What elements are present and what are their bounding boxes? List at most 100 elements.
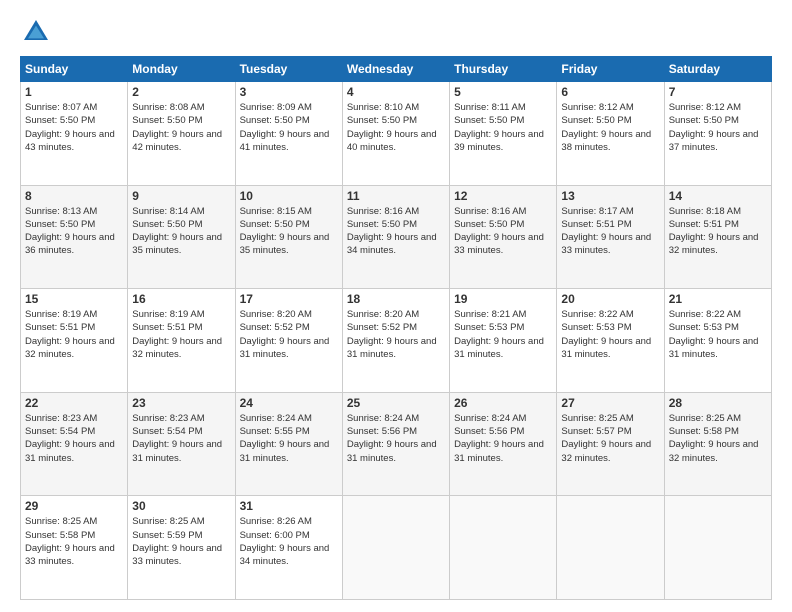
day-cell: 14 Sunrise: 8:18 AM Sunset: 5:51 PM Dayl… xyxy=(664,185,771,289)
day-info: Sunrise: 8:23 AM Sunset: 5:54 PM Dayligh… xyxy=(132,412,230,465)
day-info: Sunrise: 8:25 AM Sunset: 5:57 PM Dayligh… xyxy=(561,412,659,465)
day-number: 9 xyxy=(132,189,230,203)
sunset-label: Sunset: 5:50 PM xyxy=(240,115,310,126)
week-row-1: 1 Sunrise: 8:07 AM Sunset: 5:50 PM Dayli… xyxy=(21,82,772,186)
day-info: Sunrise: 8:15 AM Sunset: 5:50 PM Dayligh… xyxy=(240,205,338,258)
sunrise-label: Sunrise: 8:09 AM xyxy=(240,102,312,113)
daylight-label: Daylight: 9 hours and 31 minutes. xyxy=(240,336,330,360)
day-number: 31 xyxy=(240,499,338,513)
daylight-label: Daylight: 9 hours and 35 minutes. xyxy=(240,232,330,256)
daylight-label: Daylight: 9 hours and 31 minutes. xyxy=(561,336,651,360)
sunrise-label: Sunrise: 8:20 AM xyxy=(240,309,312,320)
day-info: Sunrise: 8:23 AM Sunset: 5:54 PM Dayligh… xyxy=(25,412,123,465)
sunset-label: Sunset: 5:59 PM xyxy=(132,530,202,541)
day-number: 6 xyxy=(561,85,659,99)
day-cell: 27 Sunrise: 8:25 AM Sunset: 5:57 PM Dayl… xyxy=(557,392,664,496)
daylight-label: Daylight: 9 hours and 36 minutes. xyxy=(25,232,115,256)
day-info: Sunrise: 8:17 AM Sunset: 5:51 PM Dayligh… xyxy=(561,205,659,258)
day-cell xyxy=(664,496,771,600)
day-cell: 4 Sunrise: 8:10 AM Sunset: 5:50 PM Dayli… xyxy=(342,82,449,186)
day-cell: 21 Sunrise: 8:22 AM Sunset: 5:53 PM Dayl… xyxy=(664,289,771,393)
day-cell: 29 Sunrise: 8:25 AM Sunset: 5:58 PM Dayl… xyxy=(21,496,128,600)
day-info: Sunrise: 8:07 AM Sunset: 5:50 PM Dayligh… xyxy=(25,101,123,154)
day-cell: 11 Sunrise: 8:16 AM Sunset: 5:50 PM Dayl… xyxy=(342,185,449,289)
sunrise-label: Sunrise: 8:13 AM xyxy=(25,206,97,217)
week-row-5: 29 Sunrise: 8:25 AM Sunset: 5:58 PM Dayl… xyxy=(21,496,772,600)
sunset-label: Sunset: 5:51 PM xyxy=(132,322,202,333)
day-info: Sunrise: 8:21 AM Sunset: 5:53 PM Dayligh… xyxy=(454,308,552,361)
daylight-label: Daylight: 9 hours and 32 minutes. xyxy=(561,439,651,463)
day-info: Sunrise: 8:19 AM Sunset: 5:51 PM Dayligh… xyxy=(132,308,230,361)
day-info: Sunrise: 8:16 AM Sunset: 5:50 PM Dayligh… xyxy=(454,205,552,258)
sunset-label: Sunset: 5:50 PM xyxy=(454,115,524,126)
day-cell: 10 Sunrise: 8:15 AM Sunset: 5:50 PM Dayl… xyxy=(235,185,342,289)
day-info: Sunrise: 8:20 AM Sunset: 5:52 PM Dayligh… xyxy=(347,308,445,361)
day-cell: 19 Sunrise: 8:21 AM Sunset: 5:53 PM Dayl… xyxy=(450,289,557,393)
calendar-body: 1 Sunrise: 8:07 AM Sunset: 5:50 PM Dayli… xyxy=(21,82,772,600)
day-number: 10 xyxy=(240,189,338,203)
day-cell: 25 Sunrise: 8:24 AM Sunset: 5:56 PM Dayl… xyxy=(342,392,449,496)
sunset-label: Sunset: 5:51 PM xyxy=(561,219,631,230)
day-cell: 5 Sunrise: 8:11 AM Sunset: 5:50 PM Dayli… xyxy=(450,82,557,186)
day-number: 16 xyxy=(132,292,230,306)
daylight-label: Daylight: 9 hours and 37 minutes. xyxy=(669,129,759,153)
day-info: Sunrise: 8:12 AM Sunset: 5:50 PM Dayligh… xyxy=(669,101,767,154)
daylight-label: Daylight: 9 hours and 31 minutes. xyxy=(454,439,544,463)
day-cell: 8 Sunrise: 8:13 AM Sunset: 5:50 PM Dayli… xyxy=(21,185,128,289)
daylight-label: Daylight: 9 hours and 43 minutes. xyxy=(25,129,115,153)
day-number: 3 xyxy=(240,85,338,99)
day-info: Sunrise: 8:09 AM Sunset: 5:50 PM Dayligh… xyxy=(240,101,338,154)
sunrise-label: Sunrise: 8:25 AM xyxy=(25,516,97,527)
logo-icon xyxy=(20,16,52,48)
day-info: Sunrise: 8:18 AM Sunset: 5:51 PM Dayligh… xyxy=(669,205,767,258)
day-cell: 2 Sunrise: 8:08 AM Sunset: 5:50 PM Dayli… xyxy=(128,82,235,186)
sunset-label: Sunset: 5:53 PM xyxy=(561,322,631,333)
sunrise-label: Sunrise: 8:17 AM xyxy=(561,206,633,217)
sunrise-label: Sunrise: 8:20 AM xyxy=(347,309,419,320)
sunrise-label: Sunrise: 8:23 AM xyxy=(132,413,204,424)
sunset-label: Sunset: 5:54 PM xyxy=(132,426,202,437)
sunrise-label: Sunrise: 8:23 AM xyxy=(25,413,97,424)
sunrise-label: Sunrise: 8:11 AM xyxy=(454,102,526,113)
day-info: Sunrise: 8:12 AM Sunset: 5:50 PM Dayligh… xyxy=(561,101,659,154)
daylight-label: Daylight: 9 hours and 38 minutes. xyxy=(561,129,651,153)
sunrise-label: Sunrise: 8:15 AM xyxy=(240,206,312,217)
sunset-label: Sunset: 5:50 PM xyxy=(132,115,202,126)
day-number: 22 xyxy=(25,396,123,410)
day-cell xyxy=(557,496,664,600)
day-info: Sunrise: 8:22 AM Sunset: 5:53 PM Dayligh… xyxy=(669,308,767,361)
daylight-label: Daylight: 9 hours and 34 minutes. xyxy=(240,543,330,567)
day-info: Sunrise: 8:13 AM Sunset: 5:50 PM Dayligh… xyxy=(25,205,123,258)
day-number: 28 xyxy=(669,396,767,410)
sunset-label: Sunset: 5:50 PM xyxy=(347,219,417,230)
day-cell: 31 Sunrise: 8:26 AM Sunset: 6:00 PM Dayl… xyxy=(235,496,342,600)
page: SundayMondayTuesdayWednesdayThursdayFrid… xyxy=(0,0,792,612)
sunset-label: Sunset: 5:58 PM xyxy=(669,426,739,437)
sunset-label: Sunset: 5:58 PM xyxy=(25,530,95,541)
day-cell: 16 Sunrise: 8:19 AM Sunset: 5:51 PM Dayl… xyxy=(128,289,235,393)
day-info: Sunrise: 8:20 AM Sunset: 5:52 PM Dayligh… xyxy=(240,308,338,361)
day-number: 24 xyxy=(240,396,338,410)
sunrise-label: Sunrise: 8:22 AM xyxy=(561,309,633,320)
weekday-header-tuesday: Tuesday xyxy=(235,57,342,82)
sunrise-label: Sunrise: 8:19 AM xyxy=(25,309,97,320)
daylight-label: Daylight: 9 hours and 32 minutes. xyxy=(25,336,115,360)
sunset-label: Sunset: 5:52 PM xyxy=(347,322,417,333)
daylight-label: Daylight: 9 hours and 39 minutes. xyxy=(454,129,544,153)
day-info: Sunrise: 8:08 AM Sunset: 5:50 PM Dayligh… xyxy=(132,101,230,154)
day-cell: 15 Sunrise: 8:19 AM Sunset: 5:51 PM Dayl… xyxy=(21,289,128,393)
day-cell: 9 Sunrise: 8:14 AM Sunset: 5:50 PM Dayli… xyxy=(128,185,235,289)
sunrise-label: Sunrise: 8:22 AM xyxy=(669,309,741,320)
day-cell: 1 Sunrise: 8:07 AM Sunset: 5:50 PM Dayli… xyxy=(21,82,128,186)
weekday-header-monday: Monday xyxy=(128,57,235,82)
day-number: 13 xyxy=(561,189,659,203)
sunrise-label: Sunrise: 8:12 AM xyxy=(669,102,741,113)
sunrise-label: Sunrise: 8:25 AM xyxy=(561,413,633,424)
day-number: 23 xyxy=(132,396,230,410)
day-number: 15 xyxy=(25,292,123,306)
day-cell: 24 Sunrise: 8:24 AM Sunset: 5:55 PM Dayl… xyxy=(235,392,342,496)
sunrise-label: Sunrise: 8:07 AM xyxy=(25,102,97,113)
day-cell: 28 Sunrise: 8:25 AM Sunset: 5:58 PM Dayl… xyxy=(664,392,771,496)
sunrise-label: Sunrise: 8:16 AM xyxy=(454,206,526,217)
sunset-label: Sunset: 5:55 PM xyxy=(240,426,310,437)
